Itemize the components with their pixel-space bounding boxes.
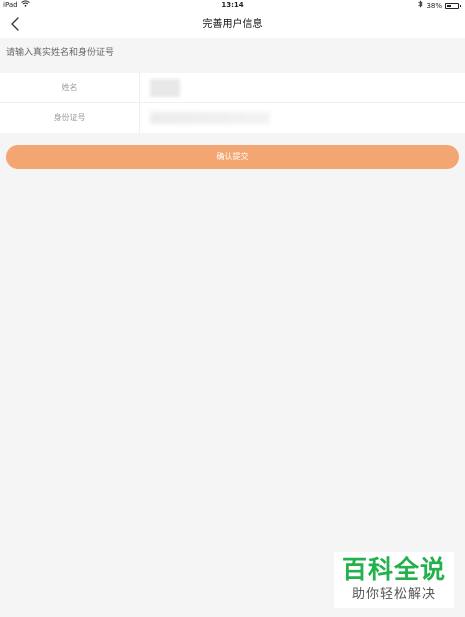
page-title: 完善用户信息 (202, 19, 263, 30)
form-hint: 请输入真实姓名和身份证号 (6, 48, 115, 58)
user-info-form: 姓名 身份证号 (0, 73, 465, 133)
name-input[interactable] (148, 79, 448, 97)
watermark-logo: 百科全说 助你轻松解决 (334, 552, 454, 608)
status-bar: iPad 13:14 38% (0, 0, 465, 11)
battery-icon (445, 3, 461, 9)
status-time: 13:14 (221, 1, 244, 9)
id-number-row: 身份证号 (0, 103, 465, 133)
battery-percent: 38% (426, 1, 442, 10)
submit-button[interactable]: 确认提交 (6, 145, 459, 169)
id-number-label: 身份证号 (0, 103, 140, 133)
watermark-title: 百科全说 (341, 555, 446, 584)
name-row: 姓名 (0, 73, 465, 103)
watermark-subtitle: 助你轻松解决 (351, 587, 436, 602)
id-number-input[interactable] (148, 109, 448, 127)
navigation-bar: 完善用户信息 (0, 11, 465, 38)
name-label: 姓名 (0, 73, 140, 103)
battery-level-fill (447, 5, 451, 7)
